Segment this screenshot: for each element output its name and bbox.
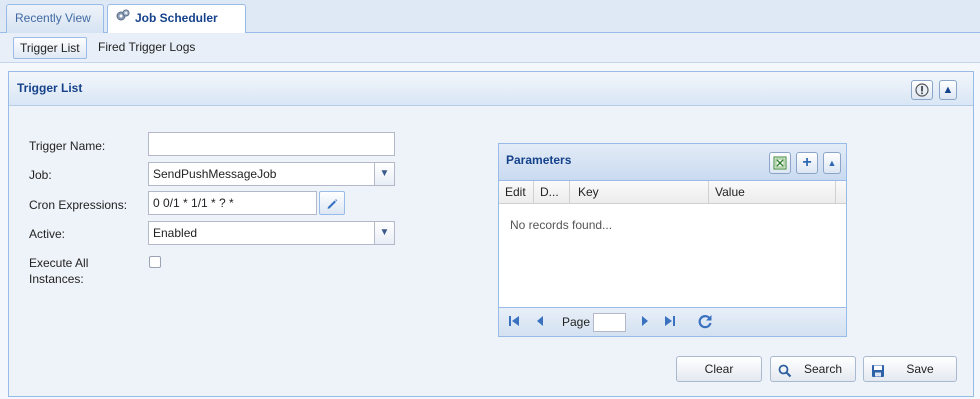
search-button-label: Search <box>803 362 843 376</box>
last-page-icon[interactable] <box>664 314 676 332</box>
export-excel-button[interactable] <box>769 152 791 174</box>
search-icon <box>778 362 792 386</box>
page-label: Page <box>562 315 591 329</box>
tab-label: Job Scheduler <box>135 11 218 25</box>
execute-all-instances-checkbox[interactable] <box>149 256 161 268</box>
active-select-value: Enabled <box>153 226 198 240</box>
excel-icon <box>773 156 787 173</box>
next-page-icon[interactable] <box>640 314 650 332</box>
first-page-icon[interactable] <box>508 314 520 332</box>
edit-cron-button[interactable] <box>319 191 345 215</box>
trigger-name-label: Trigger Name: <box>29 139 106 153</box>
cron-expressions-label: Cron Expressions: <box>29 198 128 212</box>
refresh-icon[interactable] <box>697 313 713 333</box>
job-label: Job: <box>29 168 52 182</box>
trigger-list-panel: Trigger List ▲ Trigger Name: Job: SendPu… <box>8 71 974 397</box>
plus-icon: + <box>802 154 812 171</box>
trigger-name-input[interactable] <box>148 132 395 156</box>
panel-title: Trigger List <box>17 81 83 95</box>
column-header-key[interactable]: Key <box>570 181 709 204</box>
panel-header: Trigger List ▲ <box>9 72 973 106</box>
subtab-trigger-list[interactable]: Trigger List <box>13 37 87 59</box>
execute-all-instances-label-line2: Instances: <box>29 272 84 286</box>
chevron-down-icon[interactable]: ▼ <box>374 222 394 244</box>
page-number-input[interactable] <box>593 313 626 332</box>
collapse-up-icon: ▲ <box>827 158 837 168</box>
job-select-value: SendPushMessageJob <box>153 167 277 181</box>
parameters-grid: Parameters + ▲ Edit D... Key Value No re… <box>498 143 847 337</box>
tab-label: Recently View <box>15 11 91 25</box>
clear-button-label: Clear <box>704 362 734 376</box>
collapse-parameters-button[interactable]: ▲ <box>823 152 841 174</box>
clear-button[interactable]: Clear <box>676 356 762 382</box>
help-button[interactable] <box>911 80 933 100</box>
column-header-value[interactable]: Value <box>709 181 836 204</box>
sub-tab-bar: Trigger List Fired Trigger Logs <box>0 33 980 63</box>
chevron-down-icon[interactable]: ▼ <box>374 163 394 185</box>
paging-toolbar: Page <box>499 307 846 336</box>
floppy-disk-icon <box>871 362 885 386</box>
subtab-fired-trigger-logs[interactable]: Fired Trigger Logs <box>92 37 201 59</box>
add-parameter-button[interactable]: + <box>796 152 818 174</box>
gears-icon <box>116 5 130 32</box>
tab-job-scheduler[interactable]: Job Scheduler ✕ <box>107 4 246 52</box>
tab-bar: Recently View Job Scheduler ✕ <box>0 0 980 52</box>
parameters-header: Parameters + ▲ <box>499 144 846 181</box>
parameters-title: Parameters <box>506 153 572 167</box>
active-select[interactable]: Enabled ▼ <box>148 221 395 245</box>
help-icon <box>915 83 929 100</box>
execute-all-instances-label-line1: Execute All <box>29 256 89 270</box>
search-button[interactable]: Search <box>770 356 856 382</box>
previous-page-icon[interactable] <box>535 314 545 332</box>
tab-recently-view[interactable]: Recently View <box>6 4 104 33</box>
empty-grid-message: No records found... <box>510 218 613 232</box>
active-label: Active: <box>29 227 66 241</box>
parameters-column-headers: Edit D... Key Value <box>499 181 846 204</box>
save-button[interactable]: Save <box>863 356 957 382</box>
cron-expression-input[interactable]: 0 0/1 * 1/1 * ? * <box>148 191 317 215</box>
job-select[interactable]: SendPushMessageJob ▼ <box>148 162 395 186</box>
collapse-button[interactable]: ▲ <box>939 80 957 100</box>
column-header-edit[interactable]: Edit <box>499 181 534 204</box>
save-button-label: Save <box>906 362 934 376</box>
collapse-up-icon: ▲ <box>942 84 954 96</box>
column-header-delete[interactable]: D... <box>534 181 570 204</box>
pencil-icon <box>325 198 339 213</box>
